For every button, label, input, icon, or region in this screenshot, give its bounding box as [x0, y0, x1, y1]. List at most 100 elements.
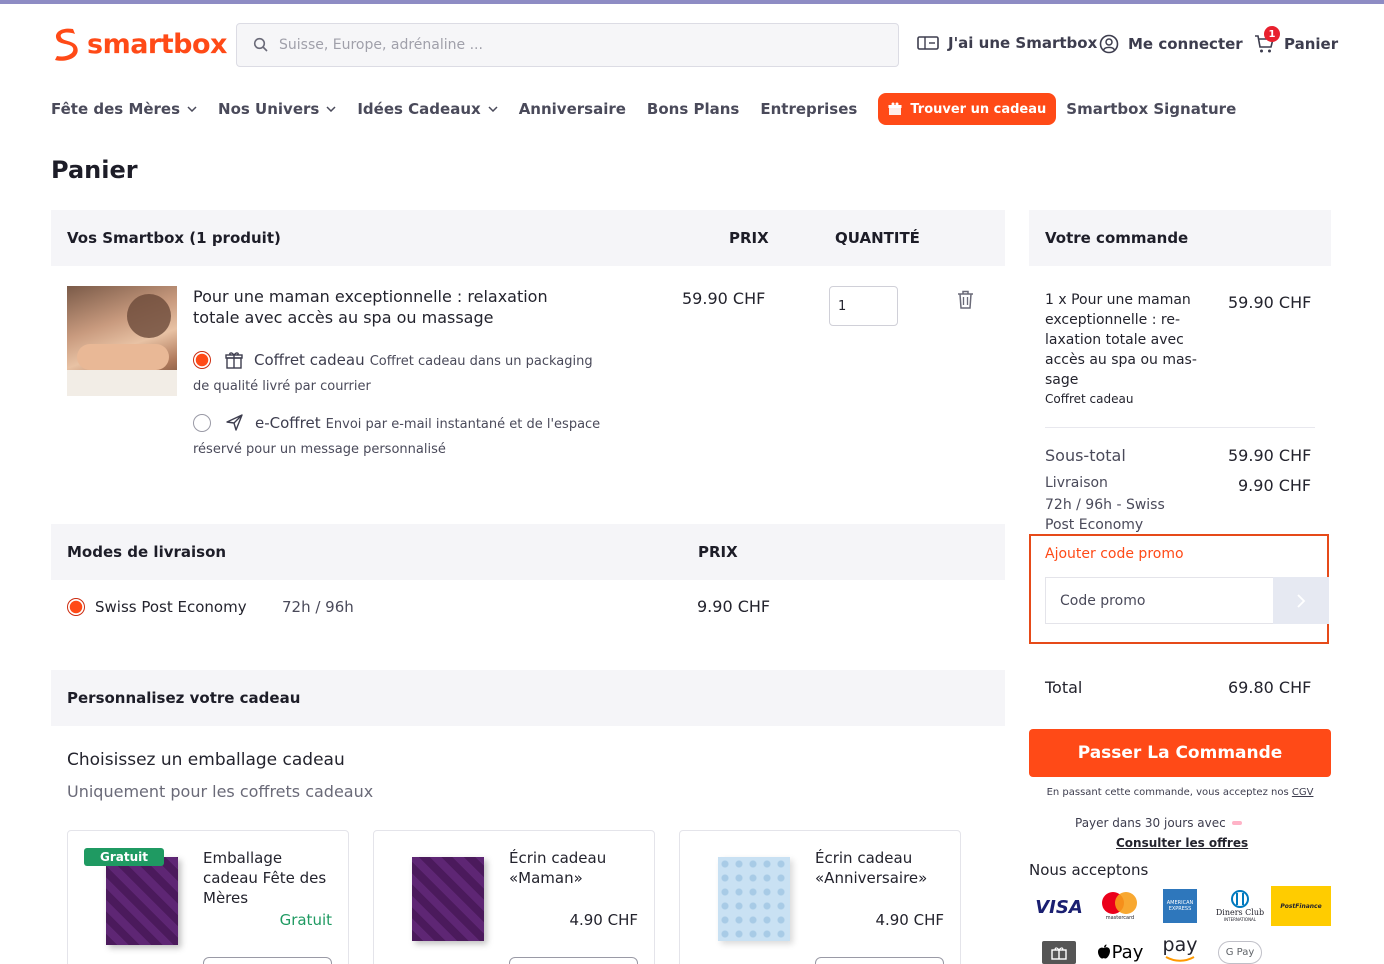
cgv-link[interactable]: CGV	[1292, 787, 1314, 798]
have-smartbox-link[interactable]: J'ai une Smartbox	[917, 34, 1097, 52]
wrapping-card-fete-des-meres[interactable]: Gratuit Emballage cadeau Fête des Mères …	[67, 830, 349, 964]
delivery-method-name[interactable]: Swiss Post Economy	[95, 598, 247, 616]
order-summary-header: Votre commande	[1029, 210, 1331, 266]
wrapping-price: 4.90 CHF	[569, 911, 638, 929]
cart-count-badge: 1	[1264, 26, 1280, 42]
brand-name: smartbox	[87, 28, 227, 60]
option-ecoffret-desc-2: réservé pour un message personnalisé	[193, 442, 446, 457]
promo-code-input[interactable]	[1045, 577, 1273, 624]
add-promo-link[interactable]: Ajouter code promo	[1045, 546, 1184, 562]
mastercard-text: mastercard	[1105, 915, 1135, 921]
delivery-price: 9.90 CHF	[697, 597, 771, 616]
order-item-line: 1 x Pour une maman	[1045, 292, 1191, 308]
promo-submit-button[interactable]	[1273, 577, 1329, 624]
klarna-promo: Payer dans 30 jours avec	[1075, 816, 1242, 830]
nav-label: Fête des Mères	[51, 100, 181, 118]
nav-item-entreprises[interactable]: Entreprises	[760, 100, 857, 118]
wrapping-image	[718, 857, 790, 941]
klarna-offers-link[interactable]: Consulter les offres	[1116, 836, 1248, 850]
wrapping-select-button[interactable]	[203, 957, 332, 964]
nav-item-nos-univers[interactable]: Nos Univers	[218, 100, 336, 118]
amazon-pay-logo: pay	[1160, 932, 1200, 964]
visa-logo: VISA	[1035, 896, 1083, 918]
wrapping-note: Uniquement pour les coffrets cadeaux	[67, 782, 374, 801]
nav-item-smartbox-signature[interactable]: Smartbox Signature	[1066, 100, 1236, 118]
wrapping-card-maman[interactable]: Écrin cadeau «Maman» 4.90 CHF	[373, 830, 655, 964]
option-ecoffret-line1[interactable]: e-Coffret Envoi par e-mail instantané et…	[255, 413, 600, 432]
nav-item-bons-plans[interactable]: Bons Plans	[647, 100, 739, 118]
search-icon	[253, 37, 268, 52]
diners-logo: Diners Club INTERNATIONAL	[1214, 889, 1266, 923]
gift-icon	[225, 352, 243, 369]
place-order-button[interactable]: Passer La Commande	[1029, 729, 1331, 777]
option-coffret-name: Coffret cadeau	[254, 351, 365, 369]
product-image[interactable]	[67, 286, 177, 396]
wrapping-subtitle: Choisissez un emballage cadeau	[67, 750, 345, 770]
login-label: Me connecter	[1128, 35, 1243, 53]
search-bar[interactable]	[236, 23, 899, 67]
chevron-down-icon	[326, 106, 336, 112]
top-accent-bar	[0, 0, 1384, 4]
diners-text: Diners Club	[1215, 908, 1265, 917]
nav-label: Anniversaire	[518, 100, 626, 118]
wrapping-select-button[interactable]	[509, 957, 638, 964]
cart-link[interactable]: 1 Panier	[1254, 26, 1339, 54]
option-ecoffret-radio[interactable]	[193, 414, 211, 432]
trash-icon[interactable]	[956, 289, 975, 310]
subtotal-value: 59.90 CHF	[1228, 446, 1312, 465]
product-price: 59.90 CHF	[682, 289, 766, 308]
wrapping-image	[106, 857, 178, 945]
search-input[interactable]	[279, 37, 879, 53]
terms-text: En passant cette commande, vous acceptez…	[1046, 787, 1289, 798]
delivery-col-price: PRIX	[698, 543, 738, 561]
personalize-header-title: Personnalisez votre cadeau	[67, 689, 301, 707]
total-value: 69.80 CHF	[1228, 678, 1312, 697]
have-smartbox-label: J'ai une Smartbox	[948, 34, 1098, 52]
wrapping-price: Gratuit	[279, 911, 332, 929]
wrapping-card-anniversaire[interactable]: Écrin cadeau «Anniversaire» 4.90 CHF	[679, 830, 961, 964]
find-gift-button[interactable]: Trouver un cadeau	[878, 93, 1057, 125]
gift-icon	[888, 102, 902, 115]
nav-label: Nos Univers	[218, 100, 320, 118]
order-item-line: accès au spa ou mas-	[1045, 352, 1197, 368]
delivery-swiss-post-radio[interactable]	[67, 598, 85, 616]
login-link[interactable]: Me connecter	[1099, 34, 1243, 54]
find-gift-label: Trouver un cadeau	[910, 101, 1047, 117]
cart-label: Panier	[1284, 35, 1339, 53]
main-nav: Fête des Mères Nos Univers Idées Cadeaux…	[51, 93, 1257, 125]
user-icon	[1099, 34, 1119, 54]
product-title[interactable]: Pour une maman exceptionnelle : relaxati…	[193, 286, 593, 328]
nav-item-anniversaire[interactable]: Anniversaire	[519, 100, 626, 118]
promo-code-box: Ajouter code promo	[1029, 534, 1329, 644]
nav-item-fete-des-meres[interactable]: Fête des Mères	[51, 100, 197, 118]
wrapping-name: Écrin cadeau «Anniversaire»	[815, 849, 928, 887]
amazon-pay-text: pay	[1162, 934, 1198, 956]
quantity-input[interactable]	[829, 286, 898, 326]
gift-card-icon	[917, 36, 939, 50]
cart-icon-wrap: 1	[1254, 26, 1280, 54]
klarna-text: Payer dans 30 jours avec	[1075, 816, 1226, 830]
delivery-header-title: Modes de livraison	[67, 543, 227, 561]
order-item-line: laxation totale avec	[1045, 332, 1184, 348]
page-title: Panier	[51, 156, 138, 184]
diners-subtext: INTERNATIONAL	[1223, 917, 1257, 922]
amex-logo: AMERICAN EXPRESS	[1163, 889, 1197, 923]
postfinance-logo: PostFinance	[1271, 886, 1331, 926]
wrapping-select-button[interactable]	[815, 957, 944, 964]
nav-item-idees-cadeaux[interactable]: Idées Cadeaux	[357, 100, 498, 118]
order-header-title: Votre commande	[1045, 229, 1189, 247]
option-coffret-line1[interactable]: Coffret cadeau Coffret cadeau dans un pa…	[254, 350, 593, 369]
option-coffret-desc-2: de qualité livré par courrier	[193, 379, 371, 394]
option-coffret-desc: Coffret cadeau dans un packaging	[369, 354, 593, 369]
amazon-smile-icon	[1165, 956, 1195, 962]
terms-notice: En passant cette commande, vous acceptez…	[1029, 787, 1331, 798]
order-item-type: Coffret cadeau	[1045, 392, 1134, 406]
smartbox-logo[interactable]: smartbox	[51, 27, 227, 61]
order-item-line: sage	[1045, 372, 1079, 388]
cart-header-title: Vos Smartbox (1 produit)	[67, 229, 281, 247]
nav-label: Bons Plans	[646, 100, 740, 118]
gift-card-payment-logo	[1042, 941, 1076, 964]
wrapping-name: Emballage cadeau Fête des Mères	[203, 849, 327, 907]
total-label: Total	[1045, 678, 1083, 697]
option-coffret-radio[interactable]	[193, 351, 211, 369]
